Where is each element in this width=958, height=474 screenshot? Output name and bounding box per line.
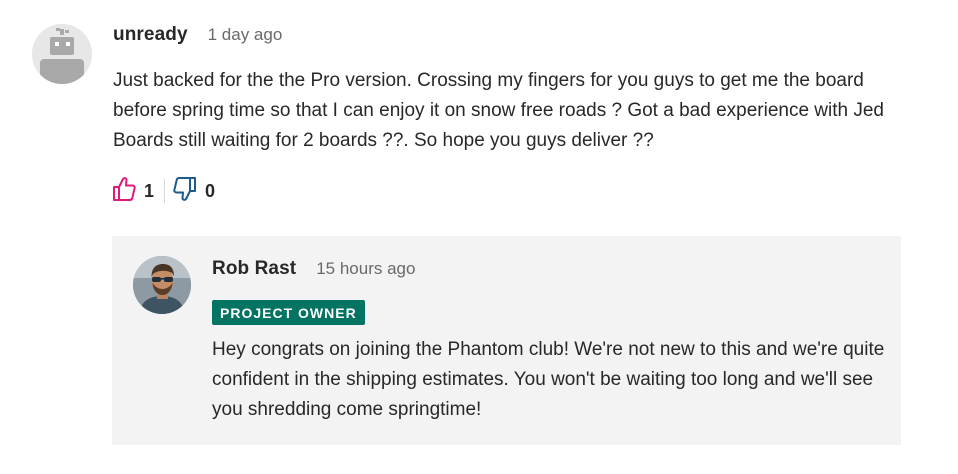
reply-text: Hey congrats on joining the Phantom club… [212,339,885,420]
reply-timestamp: 15 hours ago [316,259,416,278]
comment-text: Just backed for the the Pro version. Cro… [113,70,884,151]
vote-divider [164,179,166,203]
comment-meta: unready 1 day ago [113,24,913,54]
upvote-button[interactable]: 1 [112,176,154,207]
upvote-count: 1 [144,180,155,201]
comment-author[interactable]: unready [113,24,188,46]
reply-meta: Rob Rast 15 hours ago [212,258,892,288]
reply-author[interactable]: Rob Rast [212,258,296,280]
thumbs-down-icon [173,176,197,207]
comment-body: unready 1 day ago Just backed for the th… [113,24,913,156]
robot-avatar-icon[interactable] [32,24,92,84]
downvote-button[interactable]: 0 [173,176,215,207]
reply: Rob Rast 15 hours ago PROJECT OWNER Hey … [112,236,901,445]
project-owner-badge: PROJECT OWNER [212,300,365,325]
reply-body: Rob Rast 15 hours ago PROJECT OWNER Hey … [212,258,892,425]
comment-timestamp: 1 day ago [207,25,283,44]
avatar[interactable] [133,256,191,314]
downvote-count: 0 [205,180,216,201]
vote-controls: 1 0 [112,176,215,207]
thumbs-up-icon [112,176,136,207]
